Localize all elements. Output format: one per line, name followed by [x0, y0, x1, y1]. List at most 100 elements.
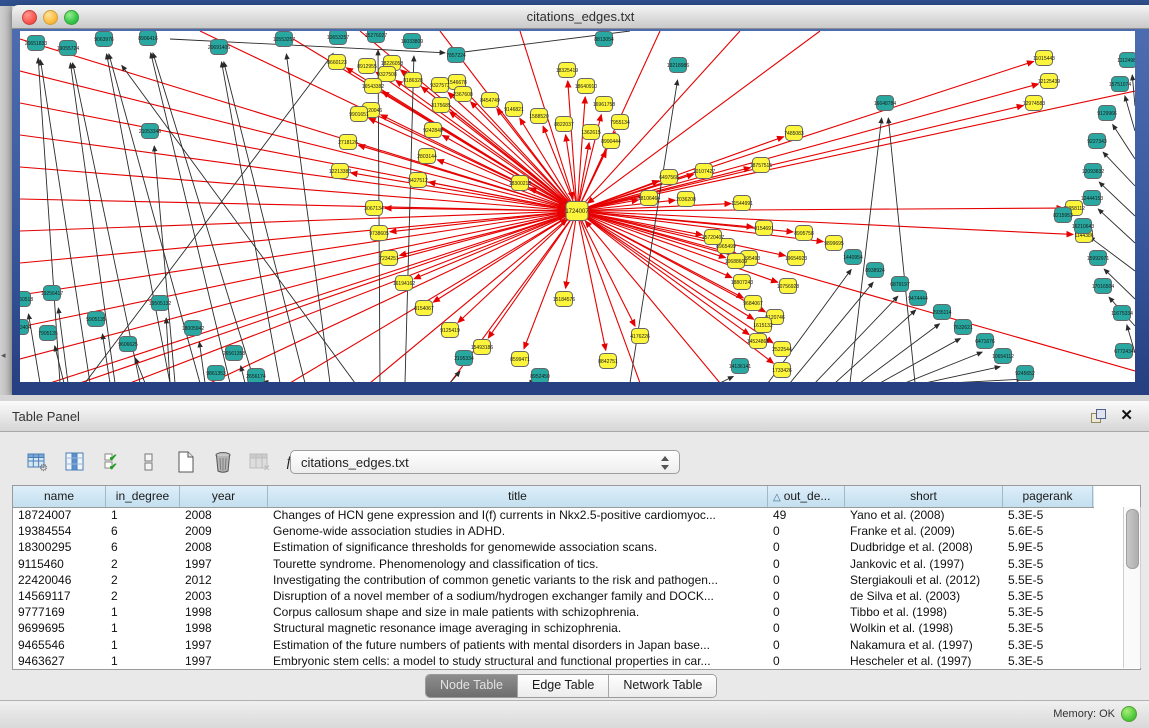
table-row[interactable]: 1456911722003Disruption of a novel membe…	[13, 588, 1094, 604]
citation-edge[interactable]	[577, 61, 1034, 211]
new-table-icon[interactable]	[172, 448, 200, 476]
citation-edge[interactable]	[566, 135, 577, 211]
row-height-icon[interactable]	[135, 448, 163, 476]
delete-table-icon[interactable]	[209, 448, 237, 476]
table-cell[interactable]: Hescheler et al. (1997)	[845, 653, 1003, 669]
table-row[interactable]: 1830029562008Estimation of significance …	[13, 539, 1094, 555]
table-cell[interactable]: Changes of HCN gene expression and I(f) …	[268, 507, 768, 523]
citation-edge[interactable]	[577, 208, 1063, 211]
table-settings-icon[interactable]: ⚙	[24, 448, 52, 476]
citation-edge[interactable]	[286, 54, 330, 382]
citation-edge[interactable]	[577, 211, 606, 350]
column-header-out_de[interactable]: △out_de...	[768, 486, 845, 507]
table-cell[interactable]: 2008	[180, 539, 268, 555]
table-row[interactable]: 946362711997Embryonic stem cells: a mode…	[13, 653, 1094, 669]
citation-edge[interactable]	[1132, 75, 1135, 106]
table-row[interactable]: 1938455462009Genome-wide association stu…	[13, 523, 1094, 539]
table-row[interactable]: 1872400712008Changes of HCN gene express…	[13, 507, 1094, 523]
table-cell[interactable]: 0	[768, 539, 845, 555]
table-cell[interactable]: 49	[768, 507, 845, 523]
import-table-icon[interactable]: ✕	[246, 448, 274, 476]
table-cell[interactable]: de Silva et al. (2003)	[845, 588, 1003, 604]
table-cell[interactable]: 5.3E-5	[1003, 653, 1093, 669]
table-cell[interactable]: 0	[768, 620, 845, 636]
citation-edge[interactable]	[70, 63, 115, 382]
tab-network-table[interactable]: Network Table	[609, 675, 716, 697]
citation-edge[interactable]	[1098, 209, 1135, 243]
table-cell[interactable]: 2	[106, 556, 180, 572]
table-cell[interactable]: 1997	[180, 653, 268, 669]
table-row[interactable]: 2242004622012Investigating the contribut…	[13, 572, 1094, 588]
table-cell[interactable]: Structural magnetic resonance image aver…	[268, 620, 768, 636]
table-cell[interactable]: 1	[106, 507, 180, 523]
citation-edge[interactable]	[58, 308, 68, 382]
table-cell[interactable]: 18300295	[13, 539, 106, 555]
citation-edge[interactable]	[1099, 182, 1135, 216]
citation-edge[interactable]	[20, 211, 577, 263]
table-cell[interactable]: Wolkin et al. (1998)	[845, 620, 1003, 636]
citation-edge[interactable]	[20, 211, 577, 359]
table-cell[interactable]: 0	[768, 604, 845, 620]
table-cell[interactable]: Stergiakouli et al. (2012)	[845, 572, 1003, 588]
citation-edge[interactable]	[577, 143, 589, 211]
window-title-bar[interactable]: citations_edges.txt	[12, 5, 1149, 29]
table-cell[interactable]: Dudbridge et al. (2008)	[845, 539, 1003, 555]
table-cell[interactable]: 5.3E-5	[1003, 637, 1093, 653]
citation-edge[interactable]	[224, 62, 305, 382]
table-cell[interactable]: Tourette syndrome. Phenomenology and cla…	[268, 556, 768, 572]
table-cell[interactable]: 0	[768, 653, 845, 669]
table-cell[interactable]: Jankovic et al. (1997)	[845, 556, 1003, 572]
table-cell[interactable]: Nakamura et al. (1997)	[845, 637, 1003, 653]
table-select-dropdown[interactable]: citations_edges.txt	[290, 450, 680, 474]
column-header-title[interactable]: title	[268, 486, 768, 507]
table-cell[interactable]: 1997	[180, 637, 268, 653]
show-columns-icon[interactable]	[61, 448, 89, 476]
network-graph[interactable]: 1830021586601238912955182260589327508818…	[20, 31, 1135, 382]
table-cell[interactable]: Disruption of a novel member of a sodium…	[268, 588, 768, 604]
table-cell[interactable]: 1998	[180, 620, 268, 636]
table-cell[interactable]: 1998	[180, 604, 268, 620]
table-row[interactable]: 977716911998Corpus callosum shape and si…	[13, 604, 1094, 620]
citation-edge[interactable]	[905, 352, 982, 382]
table-cell[interactable]: 0	[768, 588, 845, 604]
citation-edge[interactable]	[925, 367, 1000, 382]
vertical-scrollbar[interactable]	[1123, 507, 1141, 668]
citation-edge[interactable]	[1113, 125, 1135, 159]
table-row[interactable]: 969969511998Structural magnetic resonanc…	[13, 620, 1094, 636]
table-cell[interactable]: Tibbo et al. (1998)	[845, 604, 1003, 620]
float-panel-icon[interactable]	[1091, 409, 1105, 423]
table-cell[interactable]: Yano et al. (2008)	[845, 507, 1003, 523]
citation-edge[interactable]	[577, 211, 1135, 371]
row-select-icon[interactable]: ✔✔	[98, 448, 126, 476]
citation-edge[interactable]	[880, 338, 960, 382]
table-row[interactable]: 946554611997Estimation of the future num…	[13, 637, 1094, 653]
table-cell[interactable]: 5.3E-5	[1003, 604, 1093, 620]
table-cell[interactable]: 2008	[180, 507, 268, 523]
table-cell[interactable]: Corpus callosum shape and size in male p…	[268, 604, 768, 620]
table-cell[interactable]: Estimation of significance thresholds fo…	[268, 539, 768, 555]
table-cell[interactable]: 5.5E-5	[1003, 572, 1093, 588]
citation-edge[interactable]	[241, 366, 245, 382]
table-cell[interactable]: 5.3E-5	[1003, 507, 1093, 523]
table-cell[interactable]: 5.3E-5	[1003, 588, 1093, 604]
close-panel-icon[interactable]: ✕	[1120, 406, 1133, 424]
citation-edge[interactable]	[860, 324, 940, 382]
table-cell[interactable]: 1	[106, 604, 180, 620]
table-cell[interactable]: 9463627	[13, 653, 106, 669]
table-cell[interactable]: 5.6E-5	[1003, 523, 1093, 539]
citation-edge[interactable]	[1125, 96, 1135, 131]
tab-node-table[interactable]: Node Table	[426, 675, 518, 697]
citation-edge[interactable]	[888, 118, 915, 382]
citation-edge[interactable]	[20, 211, 577, 295]
table-cell[interactable]: 1	[106, 653, 180, 669]
column-header-pagerank[interactable]: pagerank	[1003, 486, 1093, 507]
network-canvas[interactable]: 1830021586601238912955182260589327508818…	[20, 31, 1135, 382]
table-cell[interactable]: 2009	[180, 523, 268, 539]
citation-edge[interactable]	[815, 296, 898, 382]
table-cell[interactable]: 2	[106, 588, 180, 604]
table-row[interactable]: 911546021997Tourette syndrome. Phenomeno…	[13, 556, 1094, 572]
table-cell[interactable]: 2012	[180, 572, 268, 588]
citation-edge[interactable]	[199, 342, 205, 382]
table-cell[interactable]: 22420046	[13, 572, 106, 588]
table-cell[interactable]: 9465546	[13, 637, 106, 653]
